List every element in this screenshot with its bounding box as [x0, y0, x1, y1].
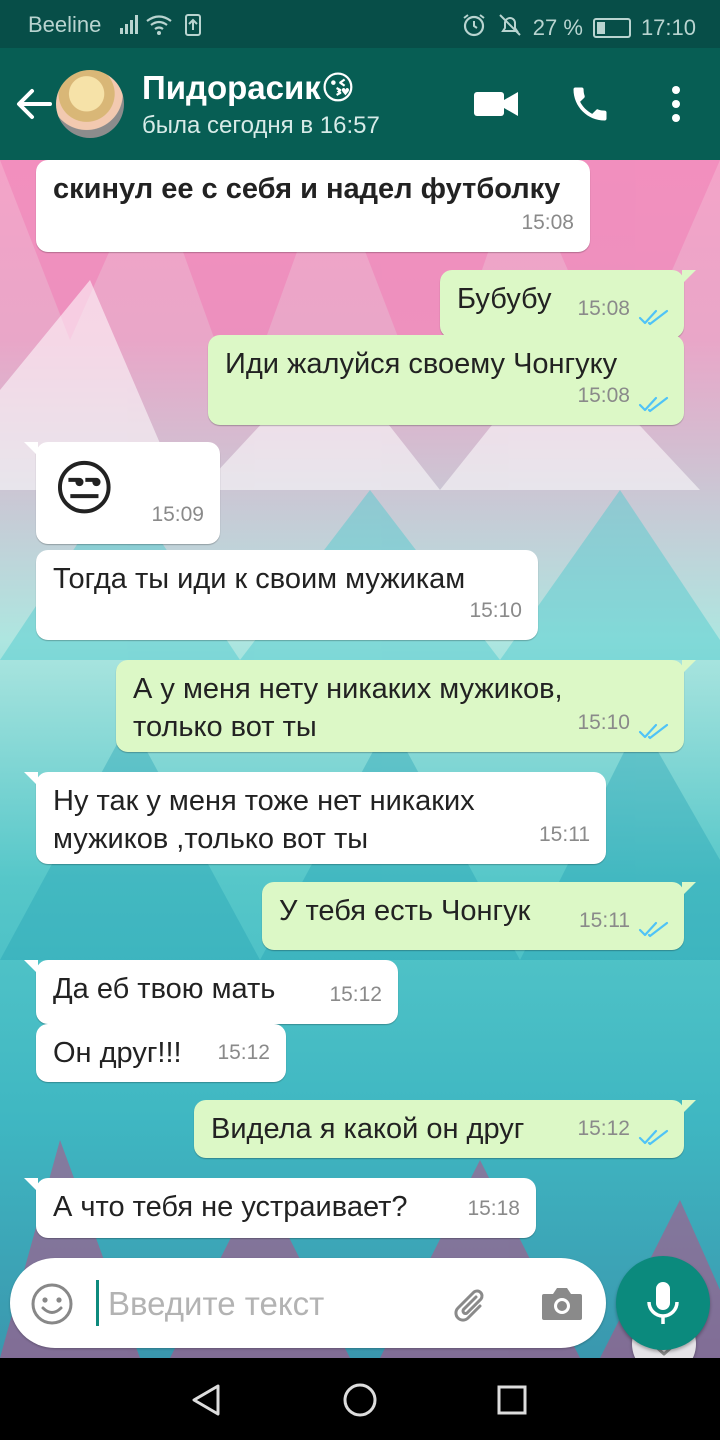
message-composer [10, 1258, 606, 1348]
last-seen-status: была сегодня в 16:57 [142, 112, 380, 139]
phone-icon[interactable] [568, 82, 612, 131]
paperclip-icon[interactable] [450, 1282, 494, 1331]
text-caret [96, 1280, 99, 1326]
message-timestamp: 15:08 [577, 384, 630, 407]
incoming-message[interactable]: Он друг!!! 15:12 [36, 1024, 286, 1082]
system-nav-bar [0, 1358, 720, 1440]
read-ticks-icon [638, 1129, 669, 1146]
smiley-icon[interactable] [30, 1282, 74, 1331]
kissing-face-emoji: 😘 [320, 69, 356, 106]
message-timestamp: 15:12 [577, 1117, 630, 1140]
message-text: Тогда ты иди к своим мужикам [53, 563, 466, 595]
message-text: Он друг!!! [53, 1037, 182, 1069]
message-timestamp: 15:12 [329, 983, 382, 1006]
message-text: Бубубу [457, 283, 552, 315]
message-timestamp: 15:10 [469, 599, 522, 622]
incoming-message[interactable]: Тогда ты иди к своим мужикам 15:10 [36, 550, 538, 640]
outgoing-message[interactable]: А у меня нету никаких мужиков, только во… [116, 660, 696, 752]
clock: 17:10 [640, 15, 696, 40]
message-timestamp: 15:11 [539, 823, 590, 846]
message-text: А что тебя не устраивает? [53, 1191, 408, 1223]
outgoing-message[interactable]: Бубубу 15:08 [440, 270, 696, 338]
outgoing-message[interactable]: Видела я какой он друг 15:12 [194, 1100, 696, 1158]
carrier-name: Beeline [28, 12, 102, 37]
message-timestamp: 15:08 [577, 297, 630, 320]
alarm-icon [461, 12, 487, 44]
incoming-message[interactable]: А что тебя не устраивает? 15:18 [24, 1178, 536, 1238]
message-text: Ну так у меня тоже нет никаких мужиков ,… [53, 785, 475, 855]
message-text: А у меня нету никаких мужиков, только во… [133, 673, 563, 743]
avatar[interactable] [56, 70, 124, 138]
chat-header: Пидорасик😘 была сегодня в 16:57 [0, 48, 720, 160]
message-text: Иди жалуйся своему Чонгуку [225, 348, 618, 380]
video-camera-icon[interactable] [472, 84, 520, 129]
message-timestamp: 15:18 [467, 1197, 520, 1220]
message-timestamp: 15:08 [521, 211, 574, 234]
read-ticks-icon [638, 396, 669, 413]
nav-recents-icon[interactable] [494, 1382, 530, 1423]
message-input[interactable] [106, 1278, 430, 1330]
battery-percent: 27 % [532, 15, 583, 40]
camera-icon[interactable] [540, 1284, 584, 1329]
incoming-message[interactable]: 😒 15:09 [24, 442, 220, 544]
nav-back-icon[interactable] [186, 1380, 226, 1425]
outgoing-message[interactable]: Иди жалуйся своему Чонгуку 15:08 [208, 335, 684, 425]
outgoing-message[interactable]: У тебя есть Чонгук 15:11 [262, 882, 696, 950]
read-ticks-icon [638, 309, 669, 326]
read-ticks-icon [638, 921, 669, 938]
incoming-message[interactable]: Да еб твою мать 15:12 [24, 960, 398, 1024]
incoming-message[interactable]: Ну так у меня тоже нет никаких мужиков ,… [24, 772, 606, 864]
message-timestamp: 15:12 [217, 1041, 270, 1064]
signal-wifi-icon [120, 12, 210, 44]
message-timestamp: 15:10 [577, 711, 630, 734]
contact-name[interactable]: Пидорасик😘 [142, 68, 355, 107]
status-bar: Beeline 27 % 17:10 [0, 0, 720, 48]
incoming-message[interactable]: скинул ее с себя и надел футболку 15:08 [36, 160, 590, 252]
message-text: Видела я какой он друг [211, 1113, 525, 1145]
mute-notifications-icon [497, 12, 523, 44]
nav-home-icon[interactable] [340, 1380, 380, 1425]
battery-icon [592, 18, 631, 38]
message-timestamp: 15:11 [579, 909, 630, 932]
chat-area[interactable]: скинул ее с себя и надел футболку 15:08 Бу… [0, 160, 720, 1358]
message-text: 😒 [53, 455, 116, 522]
message-text: У тебя есть Чонгук [279, 895, 531, 927]
microphone-icon[interactable] [616, 1256, 710, 1350]
message-text: Да еб твою мать [53, 973, 276, 1005]
read-ticks-icon [638, 723, 669, 740]
arrow-left-icon[interactable] [14, 80, 54, 128]
message-text: скинул ее с себя и надел футболку [53, 173, 561, 205]
more-vertical-icon[interactable] [664, 82, 688, 131]
message-timestamp: 15:09 [151, 503, 204, 526]
